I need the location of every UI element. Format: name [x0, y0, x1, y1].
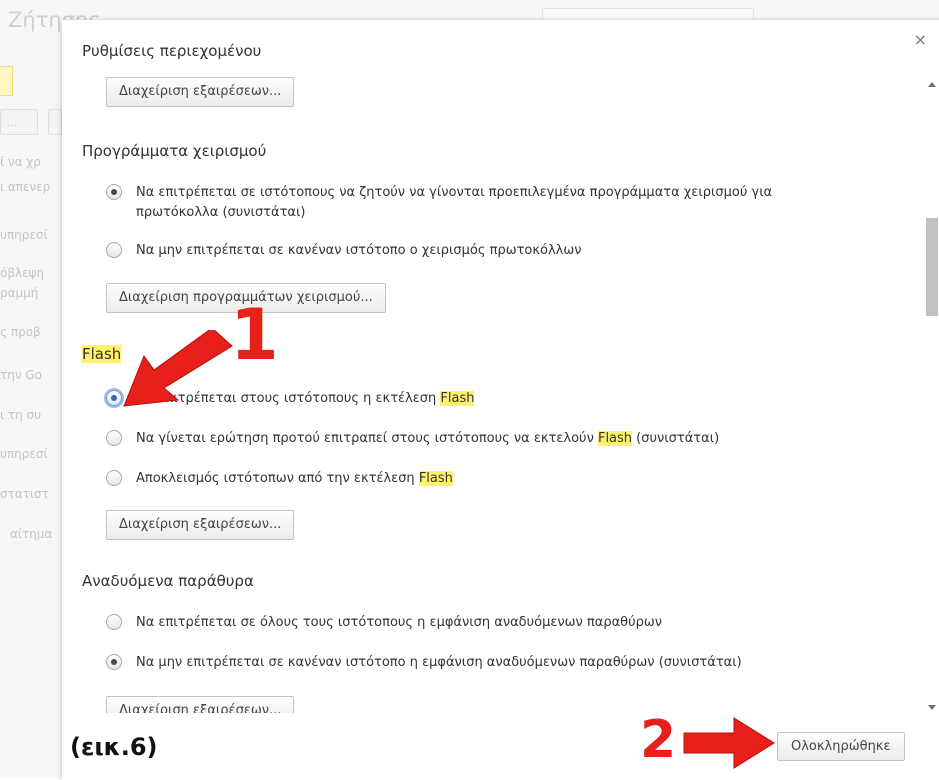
step-1-arrow-icon [123, 330, 233, 407]
handlers-block-radio[interactable] [106, 242, 122, 258]
background-line: ι απενερ [0, 180, 51, 194]
popups-section-title: Αναδυόμενα παράθυρα [82, 572, 254, 590]
popups-block-radio[interactable] [106, 654, 122, 670]
background-line: ί να χρ [0, 155, 41, 169]
step-2-arrow-shape [683, 717, 775, 769]
handlers-allow-option[interactable]: Να επιτρέπεται σε ιστότοπους να ζητούν ν… [106, 183, 826, 223]
flash-ask-radio[interactable] [106, 430, 122, 446]
done-button[interactable]: Ολοκληρώθηκε [777, 732, 905, 761]
flash-block-text: Αποκλεισμός ιστότοπων από την εκτέλεση [136, 471, 419, 486]
step-1-arrow-shape [123, 330, 233, 407]
handlers-block-label: Να μην επιτρέπεται σε κανέναν ιστότοπο ο… [136, 243, 582, 258]
handlers-allow-radio[interactable] [106, 184, 122, 200]
scroll-down-arrow-icon[interactable] [928, 705, 936, 710]
flash-ask-label: Να γίνεται ερώτηση προτού επιτραπεί στου… [136, 429, 826, 449]
background-line: υπηρεσί [0, 228, 48, 242]
flash-block-label: Αποκλεισμός ιστότοπων από την εκτέλεση F… [136, 469, 826, 489]
flash-block-radio[interactable] [106, 470, 122, 486]
background-button-2 [48, 109, 62, 135]
scrollbar-thumb[interactable] [926, 218, 938, 316]
step-2-number: 2 [640, 710, 677, 770]
background-line: την Go [0, 368, 42, 382]
scrollbar[interactable] [926, 80, 939, 712]
scroll-up-arrow-icon[interactable] [928, 82, 936, 87]
popups-allow-label: Να επιτρέπεται σε όλους τους ιστότοπους … [136, 615, 663, 630]
flash-ask-option[interactable]: Να γίνεται ερώτηση προτού επιτραπεί στου… [106, 429, 826, 449]
handlers-section-title: Προγράμματα χειρισμού [82, 142, 267, 160]
flash-section-title-text: Flash [82, 345, 122, 363]
popups-block-option[interactable]: Να μην επιτρέπεται σε κανέναν ιστότοπο η… [106, 653, 826, 673]
manage-exceptions-button-top[interactable]: Διαχείριση εξαιρέσεων... [106, 77, 295, 107]
dialog-title: Ρυθμίσεις περιεχομένου [82, 42, 262, 60]
flash-ask-suffix: (συνιστάται) [632, 431, 720, 446]
flash-keyword-highlight: Flash [418, 471, 453, 486]
popups-allow-option[interactable]: Να επιτρέπεται σε όλους τους ιστότοπους … [106, 613, 826, 633]
background-line: ραμμή [0, 286, 39, 300]
figure-label: (εικ.6) [70, 733, 158, 761]
background-line: στατιστ [0, 487, 49, 501]
flash-section-title: Flash [82, 345, 122, 363]
manage-flash-exceptions-button[interactable]: Διαχείριση εξαιρέσεων... [106, 510, 295, 540]
background-line: ι τη συ [0, 408, 42, 422]
background-highlight-field [0, 66, 13, 96]
flash-ask-text: Να γίνεται ερώτηση προτού επιτραπεί στου… [136, 431, 598, 446]
flash-block-option[interactable]: Αποκλεισμός ιστότοπων από την εκτέλεση F… [106, 469, 826, 489]
step-2-arrow-icon [683, 717, 775, 769]
manage-popups-exceptions-button[interactable]: Διαχείριση εξαιρέσεων... [106, 696, 295, 713]
close-icon[interactable]: × [914, 30, 927, 49]
background-line: όβλεψη [0, 266, 45, 280]
popups-block-label: Να μην επιτρέπεται σε κανέναν ιστότοπο η… [136, 655, 742, 670]
flash-keyword-highlight: Flash [440, 391, 475, 406]
background-line: ς προβ [0, 325, 41, 339]
popups-allow-radio[interactable] [106, 614, 122, 630]
flash-keyword-highlight: Flash [597, 431, 633, 446]
handlers-allow-label: Να επιτρέπεται σε ιστότοπους να ζητούν ν… [136, 185, 773, 220]
handlers-block-option[interactable]: Να μην επιτρέπεται σε κανέναν ιστότοπο ο… [106, 241, 826, 261]
background-button: ... [0, 109, 38, 135]
background-line: υπηρεσί [0, 447, 48, 461]
